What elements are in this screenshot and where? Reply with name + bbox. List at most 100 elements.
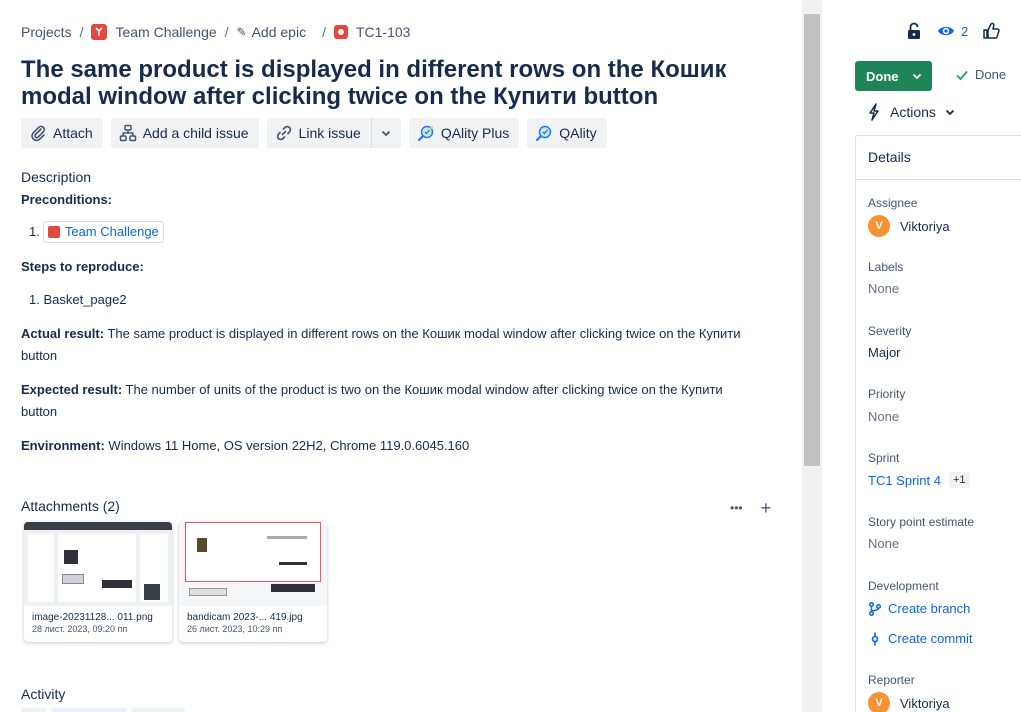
- lightning-icon: [869, 103, 879, 121]
- story-points-label: Story point estimate: [868, 515, 975, 529]
- activity-tab[interactable]: [51, 708, 127, 712]
- add-child-issue-button[interactable]: Add a child issue: [110, 118, 259, 148]
- environment-label: Environment:: [21, 438, 105, 453]
- avatar: V: [868, 215, 890, 237]
- chevron-down-icon: [945, 109, 955, 116]
- qality-plus-icon: [417, 125, 434, 142]
- actual-result-text-2: button: [21, 348, 58, 363]
- attachment-thumbnail: [24, 522, 172, 606]
- expected-result-label: Expected result:: [21, 382, 123, 397]
- issue-title[interactable]: The same product is displayed in differe…: [21, 56, 761, 110]
- attach-label: Attach: [53, 125, 93, 141]
- actions-button[interactable]: Actions: [866, 103, 956, 121]
- project-icon: [91, 24, 108, 40]
- precondition-link-label: Team Challenge: [64, 224, 159, 239]
- attachment-card[interactable]: bandicam 2023-... 419.jpg 26 лист. 2023,…: [179, 522, 327, 642]
- resolution-label: Done: [975, 67, 1007, 82]
- link-icon: [276, 125, 291, 141]
- add-attachment-icon[interactable]: +: [761, 498, 772, 518]
- issue-toolbar: Attach Add a child issue Link issue QAli…: [21, 118, 607, 148]
- attach-button[interactable]: Attach: [21, 118, 103, 148]
- expected-result-text-2: button: [21, 404, 58, 419]
- environment: Environment: Windows 11 Home, OS version…: [21, 435, 761, 457]
- add-child-label: Add a child issue: [142, 125, 249, 141]
- breadcrumb-separator: /: [322, 24, 326, 40]
- activity-tabs: [21, 708, 185, 712]
- attachment-name: image-20231128... 011.png: [32, 612, 153, 623]
- bug-icon: [333, 25, 348, 39]
- breadcrumb: Projects / Team Challenge / ✎ Add epic /…: [21, 24, 410, 40]
- issue-top-actions: 2: [905, 22, 1000, 40]
- sprint-value[interactable]: TC1 Sprint 4 +1: [868, 472, 970, 488]
- pencil-icon: ✎: [236, 25, 247, 39]
- breadcrumb-separator: /: [79, 24, 84, 40]
- attachment-name: bandicam 2023-... 419.jpg: [187, 612, 303, 623]
- breadcrumb-project[interactable]: Team Challenge: [115, 24, 216, 40]
- sprint-label: Sprint: [868, 451, 900, 465]
- priority-label: Priority: [868, 387, 906, 401]
- reporter-label: Reporter: [868, 673, 915, 687]
- status-dropdown-button[interactable]: Done: [855, 61, 932, 91]
- create-commit-label: Create commit: [888, 631, 973, 646]
- precondition-item: 1. Team Challenge: [29, 221, 164, 243]
- development-label: Development: [868, 579, 939, 593]
- attachments-actions: ••• +: [730, 498, 771, 518]
- check-icon: [956, 70, 968, 80]
- hierarchy-icon: [119, 124, 136, 142]
- assignee-value[interactable]: V Viktoriya: [868, 215, 950, 237]
- breadcrumb-add-epic[interactable]: Add epic: [252, 24, 306, 40]
- link-issue-dropdown[interactable]: [370, 118, 401, 148]
- breadcrumb-projects[interactable]: Projects: [21, 24, 72, 40]
- thumbs-up-icon[interactable]: [982, 22, 1000, 40]
- actual-result-label: Actual result:: [21, 326, 105, 341]
- actual-result: Actual result: The same product is displ…: [21, 323, 761, 367]
- sprint-link[interactable]: TC1 Sprint 4: [868, 473, 941, 488]
- qality-plus-label: QAlity Plus: [440, 125, 510, 141]
- precondition-link-chip[interactable]: Team Challenge: [42, 221, 164, 243]
- story-points-value[interactable]: None: [868, 536, 899, 551]
- sprint-more-badge[interactable]: +1: [948, 472, 970, 488]
- activity-tab[interactable]: [131, 708, 185, 712]
- expected-result: Expected result: The number of units of …: [21, 379, 761, 423]
- steps-heading: Steps to reproduce:: [21, 259, 144, 274]
- attachments-heading: Attachments (2): [21, 498, 120, 514]
- severity-label: Severity: [868, 324, 912, 338]
- watcher-count: 2: [961, 23, 969, 39]
- severity-value[interactable]: Major: [868, 345, 901, 360]
- breadcrumb-separator: /: [224, 24, 229, 40]
- priority-value[interactable]: None: [868, 409, 899, 424]
- scrollbar-thumb[interactable]: [804, 14, 820, 466]
- chevron-down-icon: [912, 73, 921, 80]
- details-heading[interactable]: Details: [856, 136, 1021, 180]
- create-commit-link[interactable]: Create commit: [868, 631, 973, 646]
- assignee-name: Viktoriya: [900, 218, 950, 234]
- description-heading: Description: [21, 169, 92, 185]
- more-icon[interactable]: •••: [730, 498, 743, 518]
- attachment-date: 26 лист. 2023, 10:29 пп: [187, 624, 283, 634]
- project-icon: [47, 226, 60, 238]
- actions-label: Actions: [890, 104, 936, 120]
- link-issue-label: Link issue: [298, 125, 361, 141]
- status-label: Done: [866, 68, 899, 84]
- link-issue-button[interactable]: Link issue: [266, 118, 371, 148]
- attachment-thumbnail: [179, 522, 327, 606]
- expected-result-text: The number of units of the product is tw…: [125, 382, 723, 397]
- eye-icon[interactable]: [937, 22, 955, 40]
- reporter-name: Viktoriya: [900, 695, 950, 711]
- breadcrumb-issue-key[interactable]: TC1-103: [356, 24, 410, 40]
- attachment-date: 28 лист. 2023, 09:20 пп: [32, 624, 128, 634]
- resolution-indicator: Done: [955, 67, 1006, 82]
- qality-label: QAlity: [559, 125, 597, 141]
- unlock-icon[interactable]: [905, 22, 923, 40]
- qality-plus-button[interactable]: QAlity Plus: [408, 118, 520, 148]
- chevron-down-icon: [382, 130, 391, 137]
- labels-value[interactable]: None: [868, 281, 899, 296]
- labels-label: Labels: [868, 260, 904, 274]
- reporter-value[interactable]: V Viktoriya: [868, 692, 950, 712]
- qality-button[interactable]: QAlity: [527, 118, 607, 148]
- attachment-card[interactable]: image-20231128... 011.png 28 лист. 2023,…: [24, 522, 172, 642]
- create-branch-link[interactable]: Create branch: [868, 601, 970, 616]
- activity-tab[interactable]: [21, 708, 47, 712]
- avatar: V: [868, 692, 890, 712]
- paperclip-icon: [31, 125, 45, 142]
